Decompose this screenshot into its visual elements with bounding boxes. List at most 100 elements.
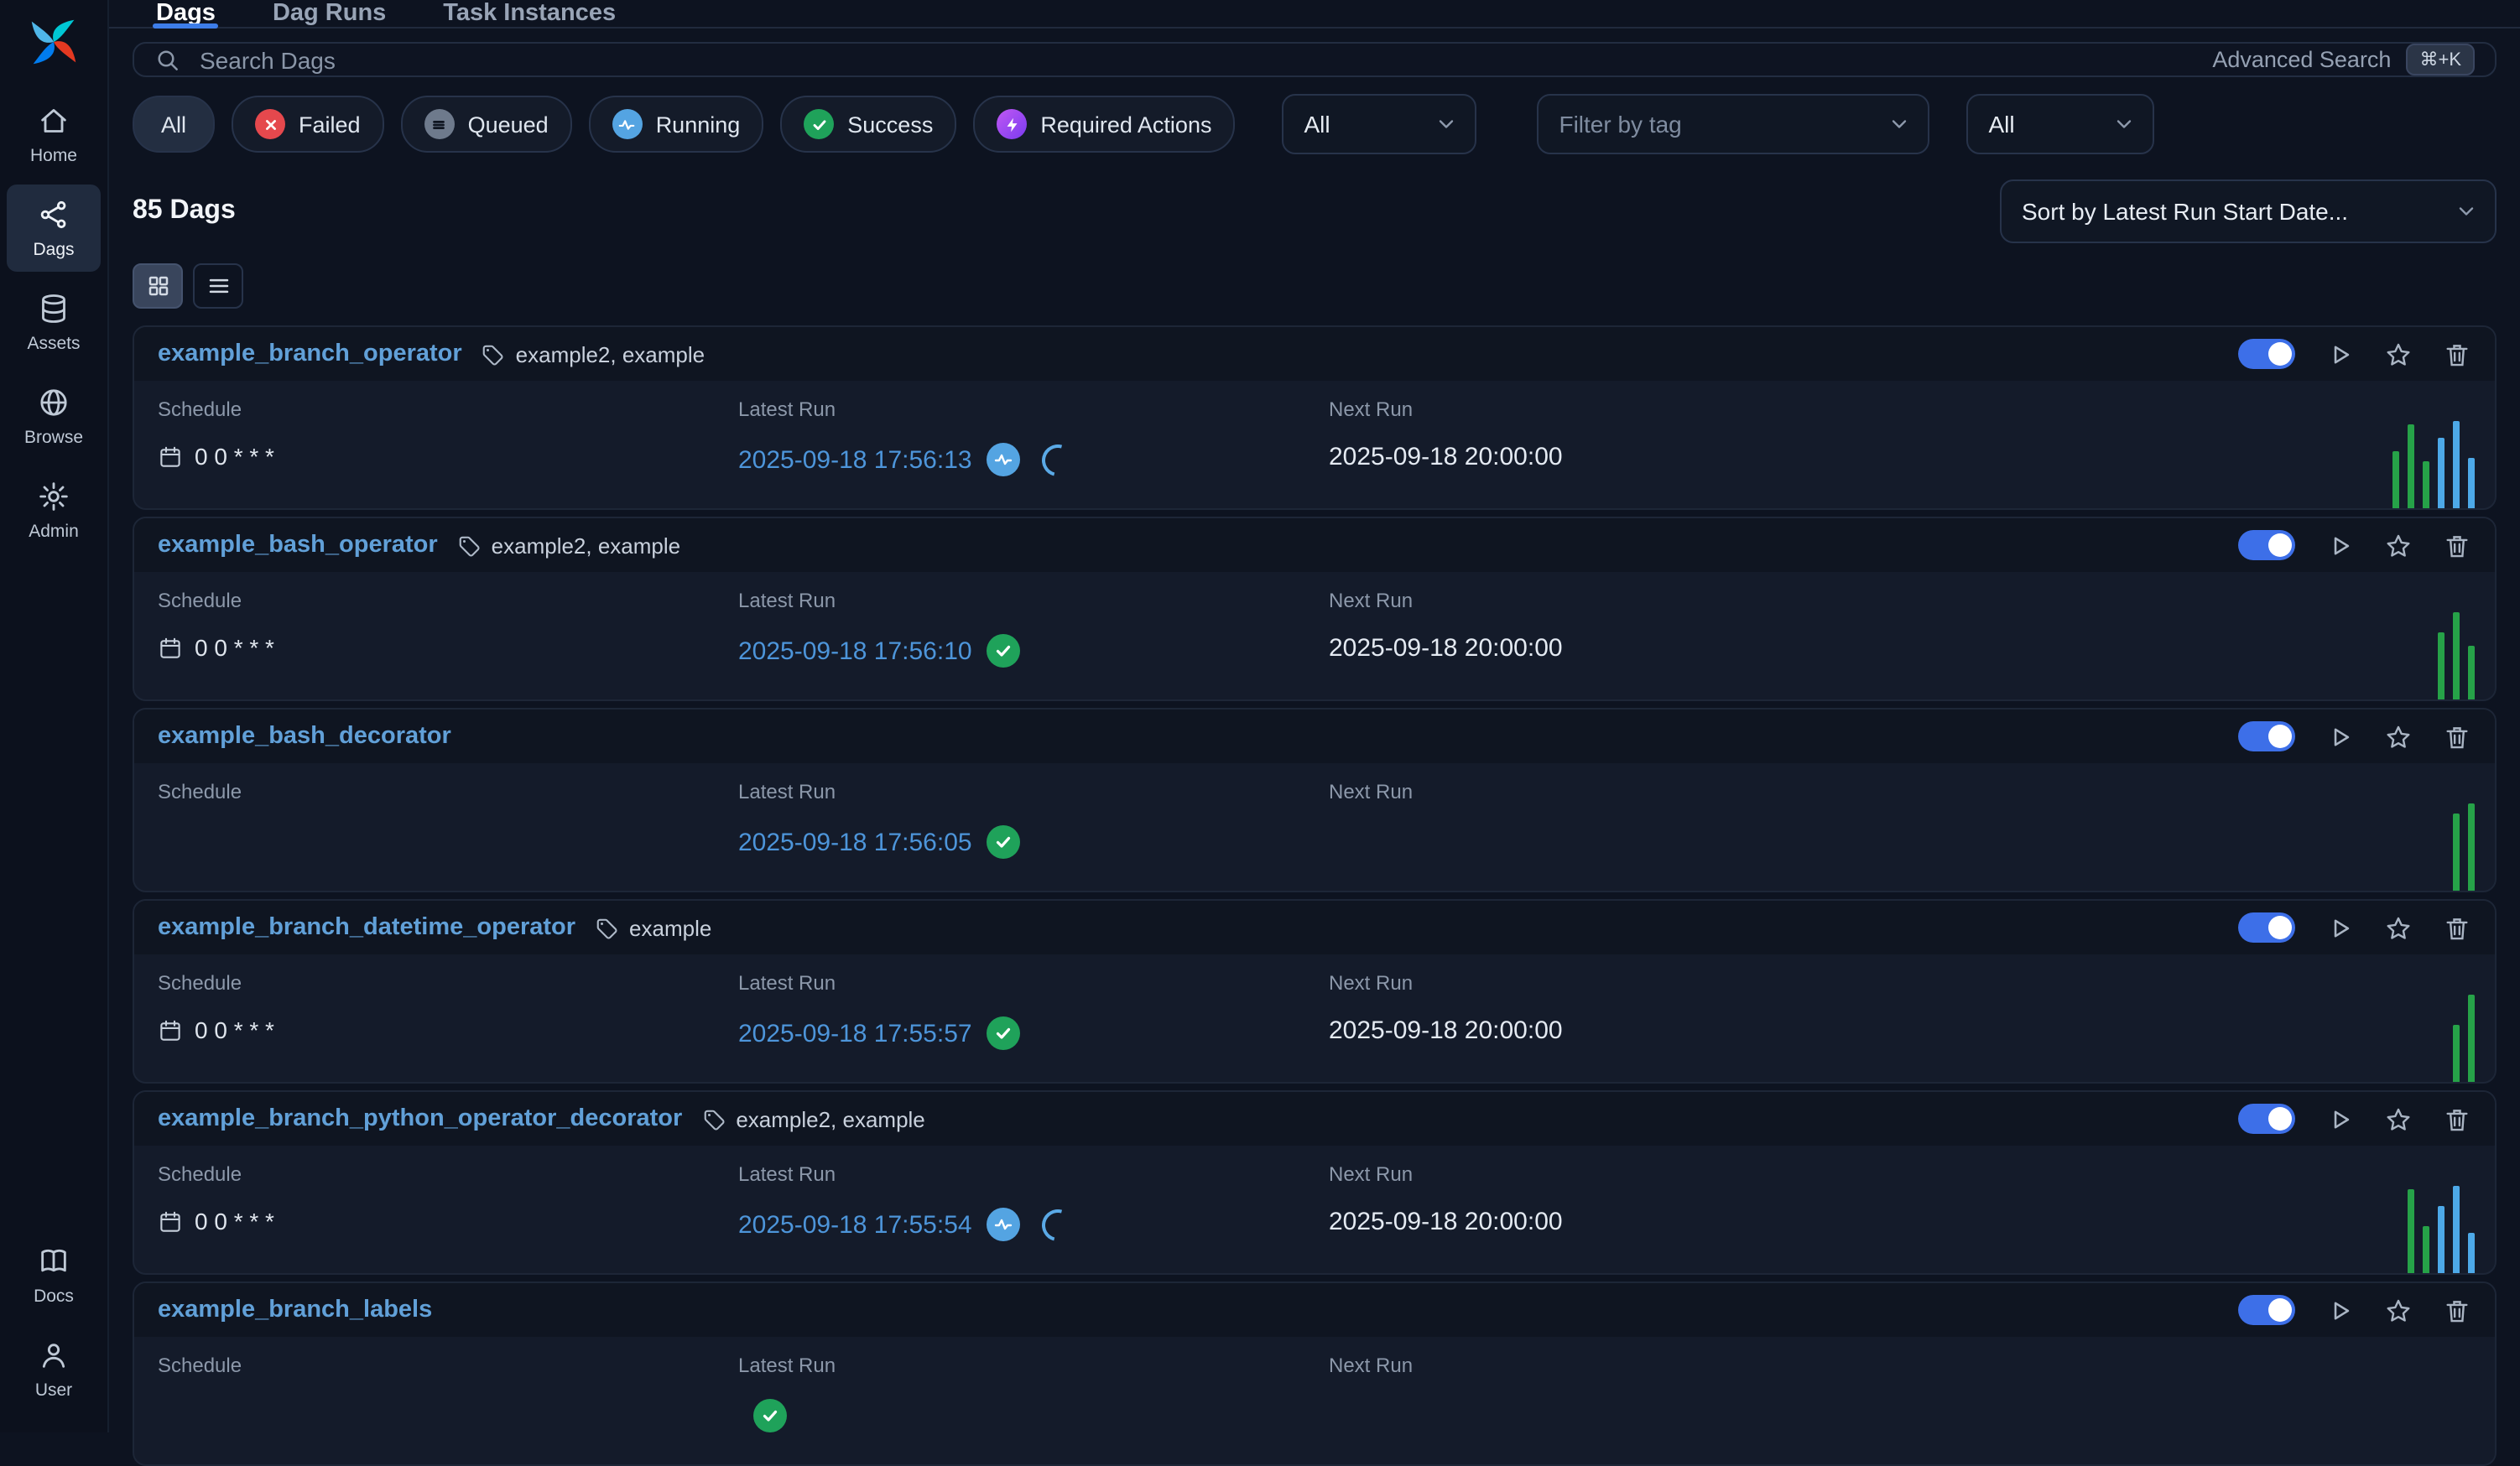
latest-run-link[interactable]: 2025-09-18 17:56:05 [738, 828, 972, 856]
filter-chip-queued[interactable]: Queued [401, 96, 572, 153]
run-history-sparkline [2347, 1337, 2475, 1464]
sidebar-item-home[interactable]: Home [7, 91, 101, 178]
pause-toggle[interactable] [2238, 530, 2295, 560]
schedule-value: 0 0 * * * [158, 443, 738, 470]
sidebar-item-label: Admin [29, 522, 79, 542]
latest-run-link[interactable]: 2025-09-18 17:55:57 [738, 1019, 972, 1048]
filter-row: All Failed Queued Running [133, 94, 2497, 154]
sidebar-item-docs[interactable]: Docs [7, 1231, 101, 1318]
dag-name-link[interactable]: example_bash_operator [158, 532, 438, 559]
trigger-dag-button[interactable] [2325, 340, 2354, 368]
search-icon [154, 46, 181, 73]
delete-dag-button[interactable] [2443, 913, 2471, 942]
latest-run-link[interactable]: 2025-09-18 17:56:10 [738, 637, 972, 665]
latest-run-label: Latest Run [738, 398, 1329, 421]
trigger-dag-button[interactable] [2325, 531, 2354, 559]
chevron-down-icon [1434, 112, 1458, 136]
tag-icon [700, 1106, 726, 1131]
pause-toggle[interactable] [2238, 1104, 2295, 1134]
dag-icon [37, 198, 70, 231]
delete-dag-button[interactable] [2443, 531, 2471, 559]
tab-dag-runs[interactable]: Dag Runs [269, 0, 389, 27]
sidebar-item-browse[interactable]: Browse [7, 372, 101, 460]
failed-icon [255, 109, 285, 139]
pause-toggle[interactable] [2238, 721, 2295, 751]
filter-chip-required-actions[interactable]: Required Actions [973, 96, 1235, 153]
sidebar-item-assets[interactable]: Assets [7, 278, 101, 366]
favorite-button[interactable] [2384, 913, 2413, 942]
next-run-label: Next Run [1329, 780, 2347, 803]
calendar-icon [158, 444, 183, 469]
dag-name-link[interactable]: example_branch_python_operator_decorator [158, 1105, 682, 1132]
next-run-value: 2025-09-18 20:00:00 [1329, 1208, 2347, 1236]
sparkline-bar [2423, 461, 2429, 508]
calendar-icon [158, 1209, 183, 1234]
favorite-button[interactable] [2384, 531, 2413, 559]
sparkline-bar [2468, 1233, 2475, 1273]
pause-toggle[interactable] [2238, 1295, 2295, 1325]
card-view-button[interactable] [133, 263, 183, 309]
dag-name-link[interactable]: example_branch_operator [158, 341, 462, 367]
sidebar-item-user[interactable]: User [7, 1325, 101, 1412]
filter-chip-running[interactable]: Running [589, 96, 764, 153]
favorite-button[interactable] [2384, 1105, 2413, 1133]
delete-dag-button[interactable] [2443, 1296, 2471, 1324]
run-history-sparkline [2347, 1146, 2475, 1273]
dag-card: example_branch_labels Schedule Latest Ru [133, 1281, 2497, 1466]
next-run-value: 2025-09-18 20:00:00 [1329, 1016, 2347, 1045]
search-input[interactable] [196, 44, 2197, 75]
dag-tags: example2, example [481, 341, 705, 366]
schedule-label: Schedule [158, 971, 738, 995]
trigger-dag-button[interactable] [2325, 1105, 2354, 1133]
chevron-down-icon [2455, 200, 2478, 223]
sidebar-item-admin[interactable]: Admin [7, 466, 101, 554]
tag-filter-dropdown[interactable]: Filter by tag [1537, 94, 1929, 154]
main-content: Dags Dag Runs Task Instances Advanced Se… [109, 0, 2520, 1432]
dag-card: example_bash_decorator Schedule Latest R [133, 708, 2497, 892]
pause-toggle[interactable] [2238, 339, 2295, 369]
filter-chip-success[interactable]: Success [780, 96, 956, 153]
filter-chip-all[interactable]: All [133, 96, 215, 153]
sidebar-item-label: Browse [24, 428, 83, 448]
favorite-button[interactable] [2384, 1296, 2413, 1324]
delete-dag-button[interactable] [2443, 340, 2471, 368]
star-icon [2384, 1105, 2413, 1133]
favorite-button[interactable] [2384, 340, 2413, 368]
sidebar-item-dags[interactable]: Dags [7, 185, 101, 272]
tab-task-instances[interactable]: Task Instances [440, 0, 619, 27]
calendar-icon [158, 635, 183, 660]
favorite-button[interactable] [2384, 722, 2413, 751]
advanced-search-link[interactable]: Advanced Search [2212, 47, 2391, 72]
latest-run-link[interactable]: 2025-09-18 17:56:13 [738, 445, 972, 474]
table-view-button[interactable] [193, 263, 243, 309]
trigger-dag-button[interactable] [2325, 913, 2354, 942]
running-status-icon [987, 1208, 1021, 1241]
dag-name-link[interactable]: example_bash_decorator [158, 723, 451, 750]
latest-run-link[interactable]: 2025-09-18 17:55:54 [738, 1210, 972, 1239]
dag-name-link[interactable]: example_branch_datetime_operator [158, 914, 575, 941]
state-filter-dropdown[interactable]: All [1282, 94, 1476, 154]
list-heading-row: 85 Dags Sort by Latest Run Start Date... [133, 179, 2497, 243]
airflow-logo-icon[interactable] [29, 17, 79, 67]
success-status-icon [987, 825, 1021, 859]
schedule-label: Schedule [158, 589, 738, 612]
star-icon [2384, 722, 2413, 751]
trigger-dag-button[interactable] [2325, 1296, 2354, 1324]
trash-icon [2443, 531, 2471, 559]
globe-icon [37, 386, 70, 419]
delete-dag-button[interactable] [2443, 722, 2471, 751]
next-run-label: Next Run [1329, 971, 2347, 995]
next-run-label: Next Run [1329, 1162, 2347, 1186]
sort-dropdown[interactable]: Sort by Latest Run Start Date... [2000, 179, 2497, 243]
filter-chip-failed[interactable]: Failed [232, 96, 384, 153]
dag-name-link[interactable]: example_branch_labels [158, 1297, 432, 1323]
pause-toggle[interactable] [2238, 912, 2295, 943]
sidebar-item-label: Home [30, 146, 77, 166]
trigger-dag-button[interactable] [2325, 722, 2354, 751]
tag-icon [481, 341, 506, 366]
star-icon [2384, 531, 2413, 559]
success-status-icon [987, 634, 1021, 668]
tab-dags[interactable]: Dags [153, 0, 219, 27]
secondary-filter-dropdown[interactable]: All [1966, 94, 2154, 154]
delete-dag-button[interactable] [2443, 1105, 2471, 1133]
